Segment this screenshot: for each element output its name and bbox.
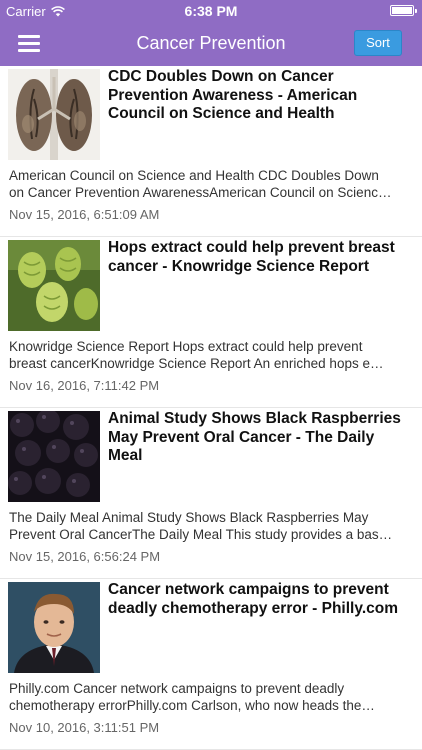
hops-thumbnail [8, 240, 100, 331]
status-time: 6:38 PM [184, 3, 238, 19]
list-item[interactable]: CDC Doubles Down on Cancer Prevention Aw… [0, 66, 422, 237]
summary-line: on Cancer Prevention AwarenessAmerican C… [9, 184, 392, 200]
list-item[interactable]: Animal Study Shows Black Raspberries May… [0, 408, 422, 579]
article-headline[interactable]: Animal Study Shows Black Raspberries May… [108, 410, 412, 466]
black-raspberries-thumbnail [8, 411, 100, 502]
summary-line: American Council on Science and Health C… [9, 168, 379, 183]
article-headline[interactable]: CDC Doubles Down on Cancer Prevention Aw… [108, 68, 412, 124]
summary-line: Philly.com Cancer network campaigns to p… [9, 681, 345, 696]
article-headline[interactable]: Cancer network campaigns to prevent dead… [108, 581, 412, 618]
status-bar: Carrier 6:38 PM [0, 0, 422, 22]
article-summary: Knowridge Science Report Hops extract co… [9, 339, 410, 372]
article-date: Nov 15, 2016, 6:51:09 AM [9, 207, 160, 222]
lungs-xray-thumbnail [8, 69, 100, 160]
list-item[interactable]: Cancer network campaigns to prevent dead… [0, 579, 422, 750]
article-date: Nov 16, 2016, 7:11:42 PM [9, 378, 160, 393]
portrait-thumbnail [8, 582, 100, 673]
article-summary: Philly.com Cancer network campaigns to p… [9, 681, 410, 714]
article-date: Nov 15, 2016, 6:56:24 PM [9, 549, 161, 564]
article-list: CDC Doubles Down on Cancer Prevention Aw… [0, 66, 422, 750]
summary-line: Prevent Oral CancerThe Daily Meal This s… [9, 526, 393, 542]
article-date: Nov 10, 2016, 3:11:51 PM [9, 720, 160, 735]
summary-line: breast cancerKnowridge Science Report An… [9, 355, 384, 371]
sort-button[interactable]: Sort [354, 30, 402, 56]
article-summary: American Council on Science and Health C… [9, 168, 410, 201]
summary-line: chemotherapy errorPhilly.com Carlson, wh… [9, 697, 375, 713]
nav-bar: Cancer Prevention Sort [0, 22, 422, 66]
list-item[interactable]: Hops extract could help prevent breast c… [0, 237, 422, 408]
article-headline[interactable]: Hops extract could help prevent breast c… [108, 239, 412, 276]
summary-line: The Daily Meal Animal Study Shows Black … [9, 510, 369, 525]
summary-line: Knowridge Science Report Hops extract co… [9, 339, 363, 354]
article-summary: The Daily Meal Animal Study Shows Black … [9, 510, 410, 543]
battery-icon [390, 5, 417, 16]
